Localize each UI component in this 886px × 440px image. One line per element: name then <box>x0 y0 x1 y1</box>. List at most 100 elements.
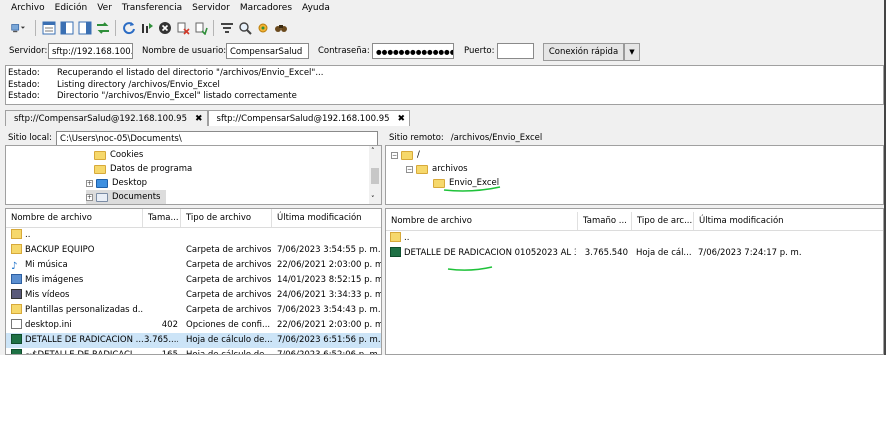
menu-bar: Archivo Edición Ver Transferencia Servid… <box>0 0 884 17</box>
remote-file-list[interactable]: Nombre de archivo Tamaño ... Tipo de arc… <box>385 208 884 355</box>
site-manager-icon[interactable] <box>5 20 31 37</box>
scroll-thumb[interactable] <box>371 168 379 184</box>
menu-marcadores[interactable]: Marcadores <box>235 0 297 17</box>
tree-item-archivos[interactable]: − archivos <box>406 162 468 176</box>
file-row[interactable]: BACKUP EQUIPO Carpeta de archivos 7/06/202… <box>6 243 381 258</box>
file-name: DETALLE DE RADICACION 01052023 AL 3... <box>390 246 576 261</box>
toggle-remote-tree-icon[interactable] <box>76 20 93 37</box>
file-row[interactable]: ♪ Mi música Carpeta de archivos 22/06/2021 … <box>6 258 381 273</box>
file-row[interactable]: ~$DETALLE DE RADICACI... 165 Hoja de cálcu… <box>6 348 381 355</box>
local-file-list[interactable]: Nombre de archivo Tama... Tipo de archiv… <box>5 208 382 355</box>
cancel-icon[interactable] <box>156 20 173 37</box>
file-type: Carpeta de archivos <box>186 273 272 288</box>
quickconnect-dropdown[interactable]: ▼ <box>624 43 640 61</box>
port-input[interactable] <box>497 43 534 59</box>
file-size <box>144 243 178 258</box>
remote-tree[interactable]: − / − archivos Envio_Excel <box>385 145 884 205</box>
menu-transferencia[interactable]: Transferencia <box>117 0 187 17</box>
local-site-input[interactable]: C:\Users\noc-05\Documents\ <box>56 130 379 146</box>
tree-label: / <box>417 150 420 160</box>
file-name-text: BACKUP EQUIPO <box>25 245 95 255</box>
menu-ayuda[interactable]: Ayuda <box>297 0 335 17</box>
file-name-text: ~$DETALLE DE RADICACI... <box>25 350 141 355</box>
reconnect-icon[interactable] <box>192 20 209 37</box>
filter-icon[interactable] <box>218 20 235 37</box>
connection-tab-active[interactable]: sftp://CompensarSalud@192.168.100.95 ✖ <box>207 110 411 126</box>
folder-icon <box>11 229 22 239</box>
file-row[interactable]: Mis vídeos Carpeta de archivos 24/06/2021 … <box>6 288 381 303</box>
folder-icon <box>94 150 106 160</box>
folder-icon <box>94 164 106 174</box>
file-modified: 7/06/2023 7:24:17 p. m. <box>698 246 883 261</box>
username-input[interactable]: CompensarSalud <box>226 43 309 59</box>
tree-item-root[interactable]: − / <box>391 148 420 162</box>
tree-item-documents[interactable]: + Documents <box>86 190 167 204</box>
menu-edicion[interactable]: Edición <box>50 0 93 17</box>
message-log[interactable]: Estado: Recuperando el listado del direct… <box>5 65 884 105</box>
col-modified[interactable]: Última modificación <box>694 212 883 230</box>
remote-list-header: Nombre de archivo Tamaño ... Tipo de arc… <box>386 212 883 231</box>
collapse-icon[interactable]: − <box>406 165 413 173</box>
videos-folder-icon <box>11 289 22 299</box>
file-row[interactable]: DETALLE DE RADICACION 01052023 AL 3... 3.… <box>386 246 883 261</box>
file-type-text: Opciones de confi... <box>186 320 271 330</box>
scroll-up-icon[interactable]: ˄ <box>371 147 375 155</box>
file-modified-text: 7/06/2023 6:51:56 p. m. <box>277 335 381 345</box>
toggle-log-icon[interactable] <box>40 20 57 37</box>
quickconnect-bar: Servidor: sftp://192.168.100.9 Nombre de… <box>0 41 884 63</box>
local-tree-scrollbar[interactable]: ˄ ˅ <box>369 146 381 204</box>
server-input[interactable]: sftp://192.168.100.9 <box>48 43 133 59</box>
file-row[interactable]: Plantillas personalizadas d... Carpeta de… <box>6 303 381 318</box>
tree-item-desktop[interactable]: + Desktop <box>86 176 147 190</box>
toolbar <box>5 18 289 38</box>
expand-icon[interactable]: + <box>86 193 93 201</box>
tree-label: Desktop <box>112 178 148 188</box>
password-label: Contraseña: <box>318 46 370 56</box>
scroll-down-icon[interactable]: ˅ <box>371 195 375 203</box>
file-row[interactable]: .. <box>386 231 883 246</box>
desktop-icon <box>96 178 108 188</box>
menu-archivo[interactable]: Archivo <box>0 0 50 17</box>
refresh-icon[interactable] <box>120 20 137 37</box>
col-type[interactable]: Tipo de arc... <box>632 212 694 230</box>
file-size <box>144 258 178 273</box>
menu-servidor[interactable]: Servidor <box>187 0 235 17</box>
col-filename[interactable]: Nombre de archivo <box>386 212 578 230</box>
file-row[interactable]: Mis imágenes Carpeta de archivos 14/01/202… <box>6 273 381 288</box>
close-icon[interactable]: ✖ <box>398 114 406 124</box>
disconnect-icon[interactable] <box>174 20 191 37</box>
compare-icon[interactable] <box>236 20 253 37</box>
file-name-text: Mis vídeos <box>25 290 70 300</box>
expand-icon[interactable]: + <box>86 179 93 187</box>
col-size[interactable]: Tama... <box>143 209 181 227</box>
file-row[interactable]: .. <box>6 228 381 243</box>
tree-item-cookies[interactable]: Cookies <box>94 148 143 162</box>
file-row[interactable]: desktop.ini 402 Opciones de confi... 22/06/… <box>6 318 381 333</box>
collapse-icon[interactable]: − <box>391 151 398 159</box>
connection-tab[interactable]: sftp://CompensarSalud@192.168.100.95 ✖ <box>5 110 208 126</box>
file-modified: 7/06/2023 3:54:43 p. m. <box>277 303 381 318</box>
sync-browse-icon[interactable] <box>254 20 271 37</box>
col-type[interactable]: Tipo de archivo <box>181 209 272 227</box>
password-input[interactable]: ●●●●●●●●●●●●●●● <box>372 43 454 59</box>
file-modified: 7/06/2023 6:52:06 p. m. <box>277 348 381 354</box>
local-tree[interactable]: Cookies Datos de programa + Desktop + Docu… <box>5 145 382 205</box>
col-size[interactable]: Tamaño ... <box>578 212 632 230</box>
transfer-queue-icon[interactable] <box>94 20 111 37</box>
tree-item-datos-de-programa[interactable]: Datos de programa <box>94 162 192 176</box>
quickconnect-button[interactable]: Conexión rápida <box>543 43 624 61</box>
folder-icon <box>390 232 401 242</box>
col-modified[interactable]: Última modificación <box>272 209 381 227</box>
search-icon[interactable] <box>272 20 289 37</box>
file-type <box>186 228 272 243</box>
menu-ver[interactable]: Ver <box>92 0 117 17</box>
process-queue-icon[interactable] <box>138 20 155 37</box>
remote-site-input[interactable]: /archivos/Envio_Excel <box>448 131 879 146</box>
file-modified <box>277 228 381 243</box>
file-row[interactable]: DETALLE DE RADICACION ... 3.765.... Hoja d… <box>6 333 381 348</box>
col-filename[interactable]: Nombre de archivo <box>6 209 143 227</box>
close-icon[interactable]: ✖ <box>195 114 203 124</box>
toggle-local-tree-icon[interactable] <box>58 20 75 37</box>
file-type: Hoja de cálculo de... <box>186 348 272 354</box>
file-name-text: .. <box>25 230 31 240</box>
